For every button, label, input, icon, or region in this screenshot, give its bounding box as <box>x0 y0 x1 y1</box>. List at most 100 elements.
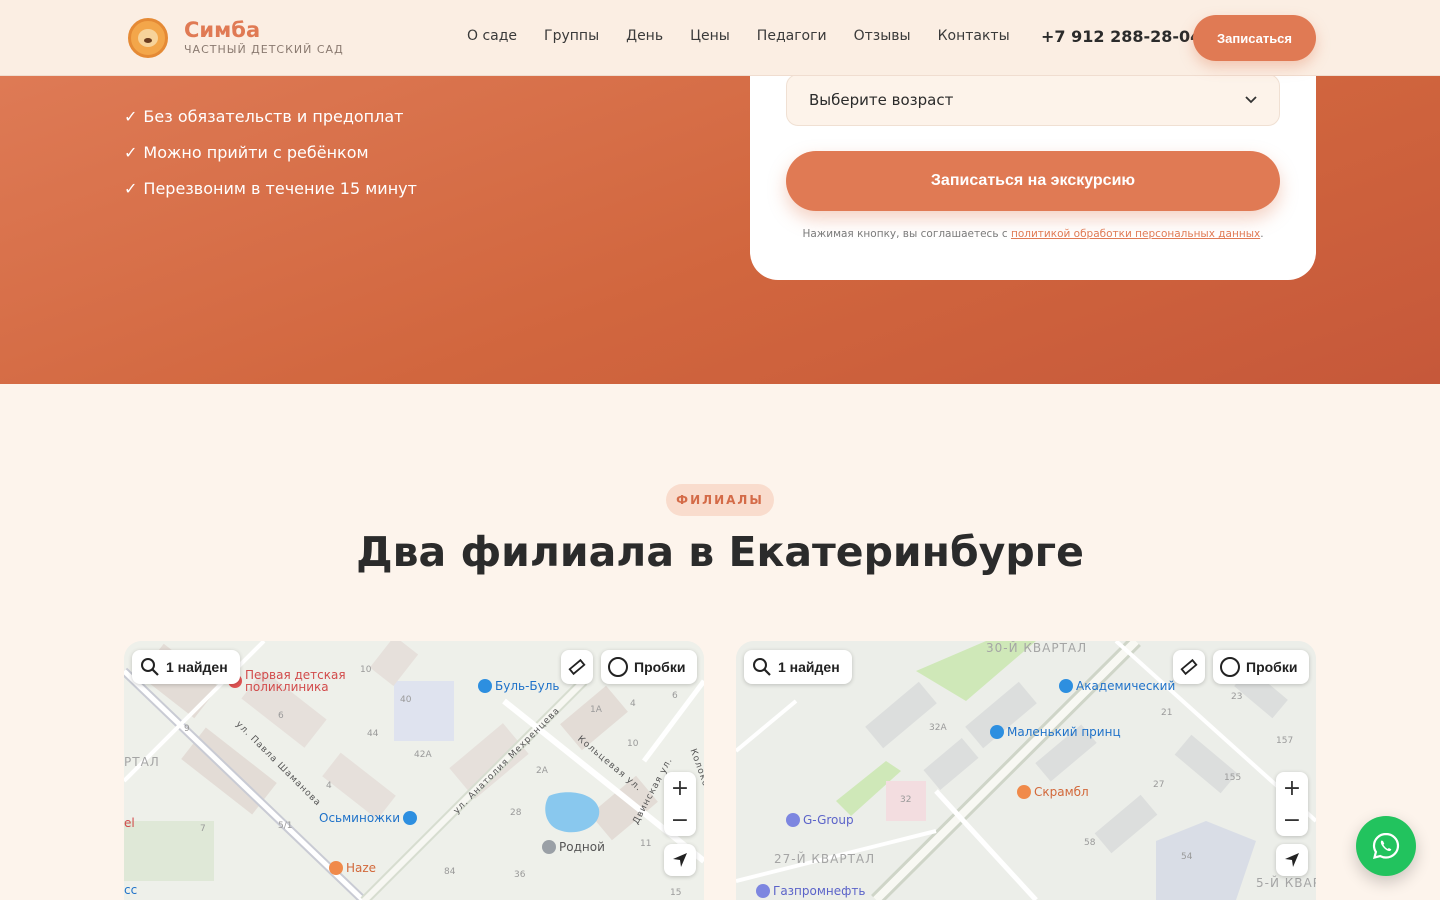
zoom-out-button[interactable]: − <box>664 804 696 836</box>
ruler-icon <box>568 658 586 676</box>
house-number: 155 <box>1224 773 1242 783</box>
cafe-icon <box>1017 785 1031 799</box>
poi-akademichesky[interactable]: Академический <box>1059 679 1175 693</box>
cafe-icon <box>329 861 343 875</box>
district-label: 27-Й КВАРТАЛ <box>774 852 876 866</box>
section-eyebrow: ФИЛИАЛЫ <box>666 484 774 516</box>
map-branch-1[interactable]: Первая детская поликлиника Буль-Буль Осьм… <box>124 641 704 900</box>
search-icon <box>753 658 771 676</box>
house-number: 15 <box>670 888 682 898</box>
benefit-item: ✓ Без обязательств и предоплат <box>124 107 404 126</box>
signup-button[interactable]: Записаться <box>1193 15 1316 61</box>
house-number: 9 <box>184 724 190 734</box>
zoom-controls: + − <box>1276 772 1308 836</box>
zoom-in-button[interactable]: + <box>1276 772 1308 804</box>
poi-g-group[interactable]: G-Group <box>786 813 854 827</box>
benefit-item: ✓ Перезвоним в течение 15 минут <box>124 179 417 198</box>
zoom-out-button[interactable]: − <box>1276 804 1308 836</box>
check-icon: ✓ <box>124 143 138 162</box>
house-number: 157 <box>1276 736 1294 746</box>
house-number: 21 <box>1161 708 1173 718</box>
fuel-icon <box>756 884 770 898</box>
district-label: РТАЛ <box>124 755 160 769</box>
traffic-icon <box>608 657 628 677</box>
ruler-button[interactable] <box>1173 650 1205 684</box>
house-number: 84 <box>444 867 456 877</box>
zoom-in-button[interactable]: + <box>664 772 696 804</box>
traffic-button[interactable]: Пробки <box>601 650 698 684</box>
swimming-icon <box>403 811 418 825</box>
whatsapp-button[interactable] <box>1356 816 1416 876</box>
house-number: 10 <box>360 665 372 675</box>
map-search-button[interactable]: 1 найден <box>132 650 240 684</box>
phone-link[interactable]: +7 912 288-28-04 <box>1041 27 1201 46</box>
poi-bul-bul[interactable]: Буль-Буль <box>478 679 559 693</box>
ruler-icon <box>1180 658 1198 676</box>
nav-item-groups[interactable]: Группы <box>544 28 599 44</box>
hero-section: ✓ Без обязательств и предоплат ✓ Можно при… <box>0 36 1440 384</box>
map-branch-2[interactable]: 30-Й КВАРТАЛ 27-Й КВАРТАЛ 5-Й КВАР Акаде… <box>736 641 1316 900</box>
kindergarten-icon <box>542 840 556 854</box>
house-number: 44 <box>367 729 379 739</box>
nav-item-reviews[interactable]: Отзывы <box>854 28 911 44</box>
traffic-icon <box>1220 657 1240 677</box>
office-icon <box>786 813 800 827</box>
locate-button[interactable] <box>664 844 696 876</box>
privacy-policy-link[interactable]: политикой обработки персональных данных <box>1011 228 1260 240</box>
search-icon <box>141 658 159 676</box>
excursion-submit-button[interactable]: Записаться на экскурсию <box>786 151 1280 211</box>
nav-item-day[interactable]: День <box>626 28 663 44</box>
district-label: 5-Й КВАР <box>1256 876 1316 890</box>
nav-item-contacts[interactable]: Контакты <box>938 28 1010 44</box>
house-number: 23 <box>1231 692 1243 702</box>
chevron-down-icon <box>1245 96 1257 104</box>
locate-arrow-icon <box>1285 853 1299 867</box>
consent-note: Нажимая кнопку, вы соглашаетесь с полити… <box>802 228 1264 240</box>
swimming-icon <box>478 679 492 693</box>
district-label: 30-Й КВАРТАЛ <box>986 641 1088 655</box>
check-icon: ✓ <box>124 179 138 198</box>
ruler-button[interactable] <box>561 650 593 684</box>
house-number: 5/1 <box>278 821 293 831</box>
age-select[interactable]: Выберите возраст <box>786 74 1280 126</box>
poi-osminozhki[interactable]: Осьминожки <box>319 811 420 825</box>
poi-little-prince[interactable]: Маленький принц <box>990 725 1121 739</box>
benefit-item: ✓ Можно прийти с ребёнком <box>124 143 369 162</box>
poi-skrambl[interactable]: Скрамбл <box>1017 785 1089 799</box>
house-number: 2А <box>536 766 548 776</box>
brand-subtitle: ЧАСТНЫЙ ДЕТСКИЙ САД <box>184 43 344 56</box>
brand-name[interactable]: Симба <box>184 18 260 42</box>
house-number: 1А <box>590 705 602 715</box>
poi-gazpromneft[interactable]: Газпромнефть <box>756 884 865 898</box>
house-number: 6 <box>672 691 678 701</box>
map-search-button[interactable]: 1 найден <box>744 650 852 684</box>
house-number: 27 <box>1153 780 1165 790</box>
house-number: 36 <box>514 870 526 880</box>
poi-clinic[interactable]: Первая детская поликлиника <box>228 669 346 693</box>
locate-button[interactable] <box>1276 844 1308 876</box>
nav-item-prices[interactable]: Цены <box>690 28 730 44</box>
locate-arrow-icon <box>673 853 687 867</box>
nav-item-teachers[interactable]: Педагоги <box>757 28 827 44</box>
house-number: 58 <box>1084 838 1096 848</box>
house-number: 4 <box>630 699 636 709</box>
house-number: 32 <box>900 795 912 805</box>
map-edge-label: сс <box>124 883 138 897</box>
whatsapp-icon <box>1372 832 1400 859</box>
house-number: 42А <box>414 750 432 760</box>
house-number: 40 <box>400 695 412 705</box>
house-number: 11 <box>640 839 652 849</box>
traffic-button[interactable]: Пробки <box>1213 650 1310 684</box>
poi-haze[interactable]: Haze <box>329 861 376 875</box>
pool-icon <box>1059 679 1073 693</box>
house-number: 54 <box>1181 852 1193 862</box>
lion-logo-icon[interactable] <box>128 18 168 58</box>
site-header: Симба ЧАСТНЫЙ ДЕТСКИЙ САД О саде Группы … <box>0 0 1440 76</box>
nav-item-about[interactable]: О саде <box>467 28 517 44</box>
house-number: 7 <box>200 824 206 834</box>
main-nav: О саде Группы День Цены Педагоги Отзывы … <box>467 28 1037 44</box>
house-number: 28 <box>510 808 522 818</box>
zoom-controls: + − <box>664 772 696 836</box>
poi-rodnoy[interactable]: Родной <box>542 840 605 854</box>
house-number: 6 <box>278 711 284 721</box>
